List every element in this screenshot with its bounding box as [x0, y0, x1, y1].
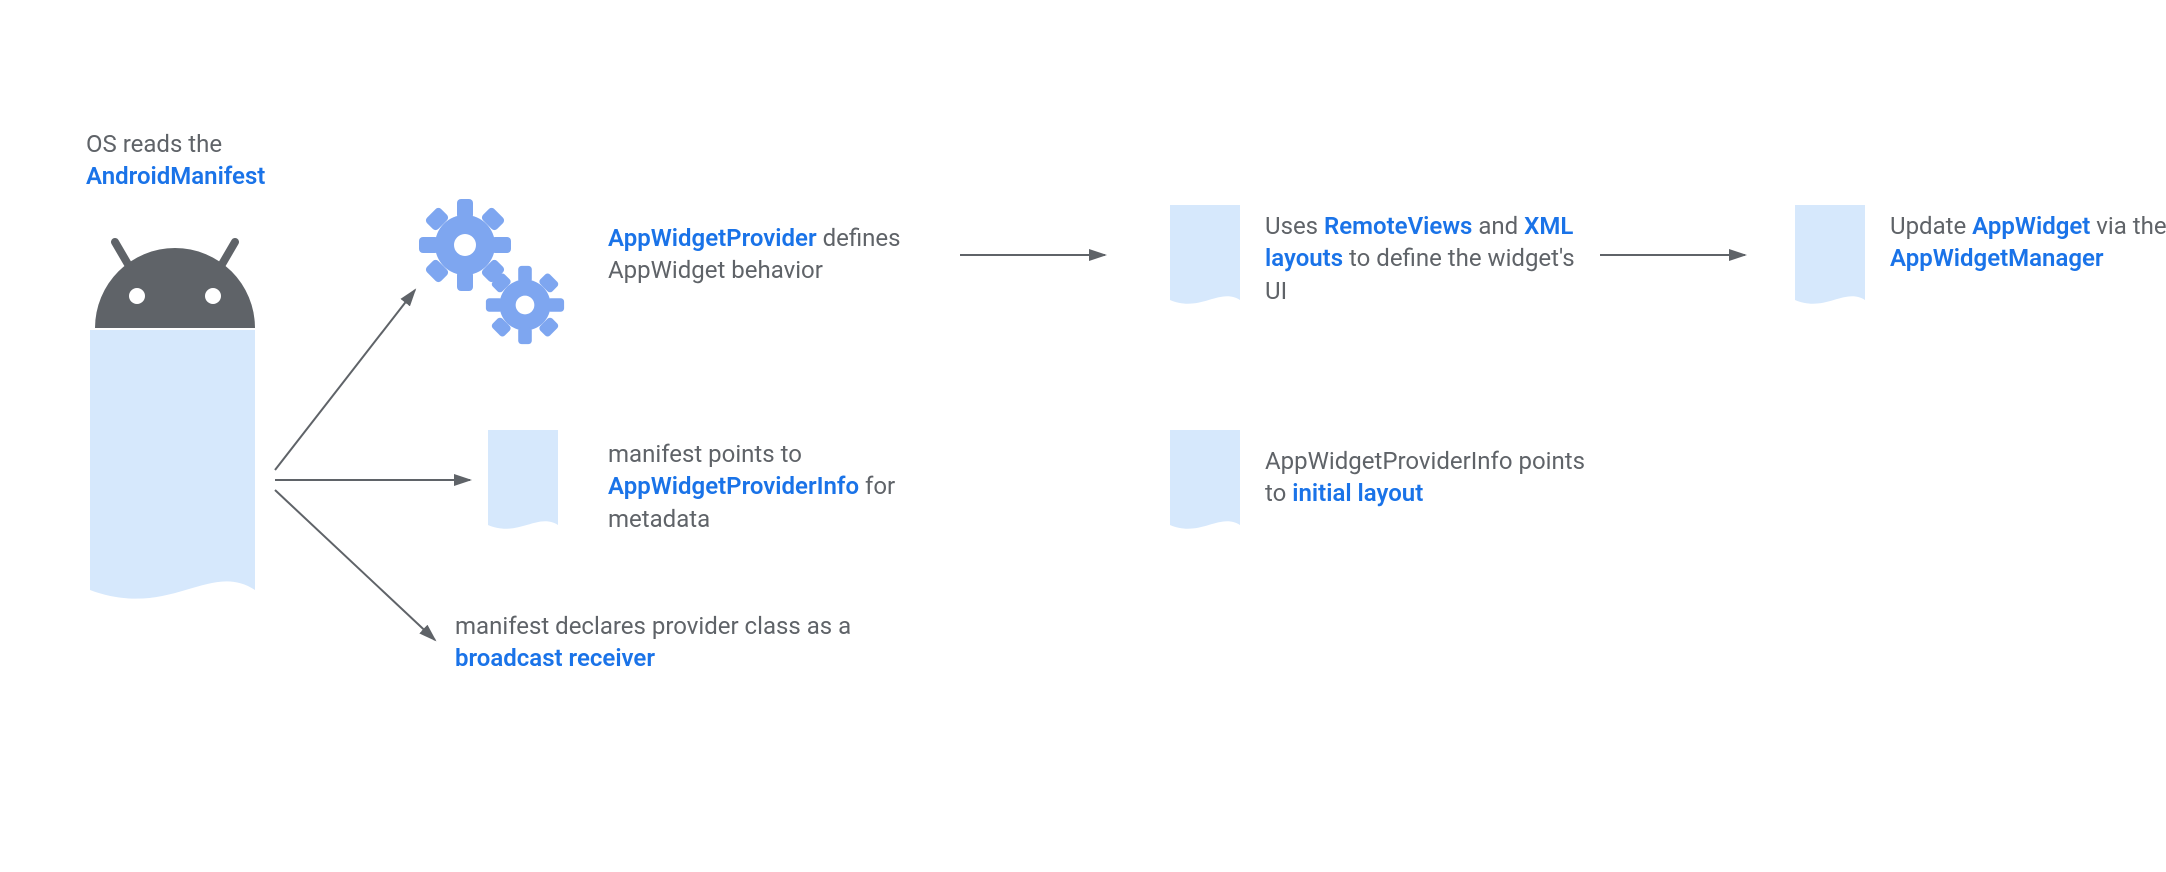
- remoteviews-mid: and: [1472, 212, 1524, 240]
- arrow-to-broadcast: [275, 490, 435, 640]
- android-head-icon: [95, 242, 255, 328]
- node-broadcast: manifest declares provider class as a br…: [455, 610, 895, 675]
- remoteviews-pre: Uses: [1265, 212, 1324, 240]
- update-mid: via the: [2090, 212, 2166, 240]
- intro-text: OS reads the AndroidManifest: [86, 128, 386, 193]
- node-update-appwidget: Update AppWidget via the AppWidgetManage…: [1890, 210, 2166, 275]
- broadcast-receiver-term: broadcast receiver: [455, 644, 655, 672]
- remoteviews-term: RemoteViews: [1324, 212, 1472, 240]
- broadcast-pre: manifest declares provider class as a: [455, 612, 851, 640]
- initial-layout-term: initial layout: [1292, 479, 1423, 507]
- gears-icon: [419, 199, 564, 344]
- android-doc-icon: [90, 330, 255, 599]
- diagram-stage: OS reads the AndroidManifest: [0, 0, 2166, 872]
- appwidgetprovider-term: AppWidgetProvider: [608, 224, 817, 252]
- node-metadata: manifest points to AppWidgetProviderInfo…: [608, 438, 948, 535]
- update-pre: Update: [1890, 212, 1972, 240]
- node-remoteviews: Uses RemoteViews and XML layouts to defi…: [1265, 210, 1585, 307]
- arrow-to-provider: [275, 290, 415, 470]
- doc-icon-initial-layout: [1170, 430, 1240, 529]
- doc-icon-metadata: [488, 430, 558, 529]
- appwidgetproviderinfo-term: AppWidgetProviderInfo: [608, 472, 859, 500]
- metadata-pre: manifest points to: [608, 440, 802, 468]
- intro-line1: OS reads the: [86, 130, 222, 158]
- node-initial-layout: AppWidgetProviderInfo points to initial …: [1265, 445, 1585, 510]
- appwidget-term: AppWidget: [1972, 212, 2090, 240]
- doc-icon-remoteviews: [1170, 205, 1240, 304]
- appwidgetmanager-term: AppWidgetManager: [1890, 244, 2104, 272]
- node-appwidgetprovider: AppWidgetProvider defines AppWidget beha…: [608, 222, 928, 287]
- doc-icon-update: [1795, 205, 1865, 304]
- intro-line2-link: AndroidManifest: [86, 162, 265, 190]
